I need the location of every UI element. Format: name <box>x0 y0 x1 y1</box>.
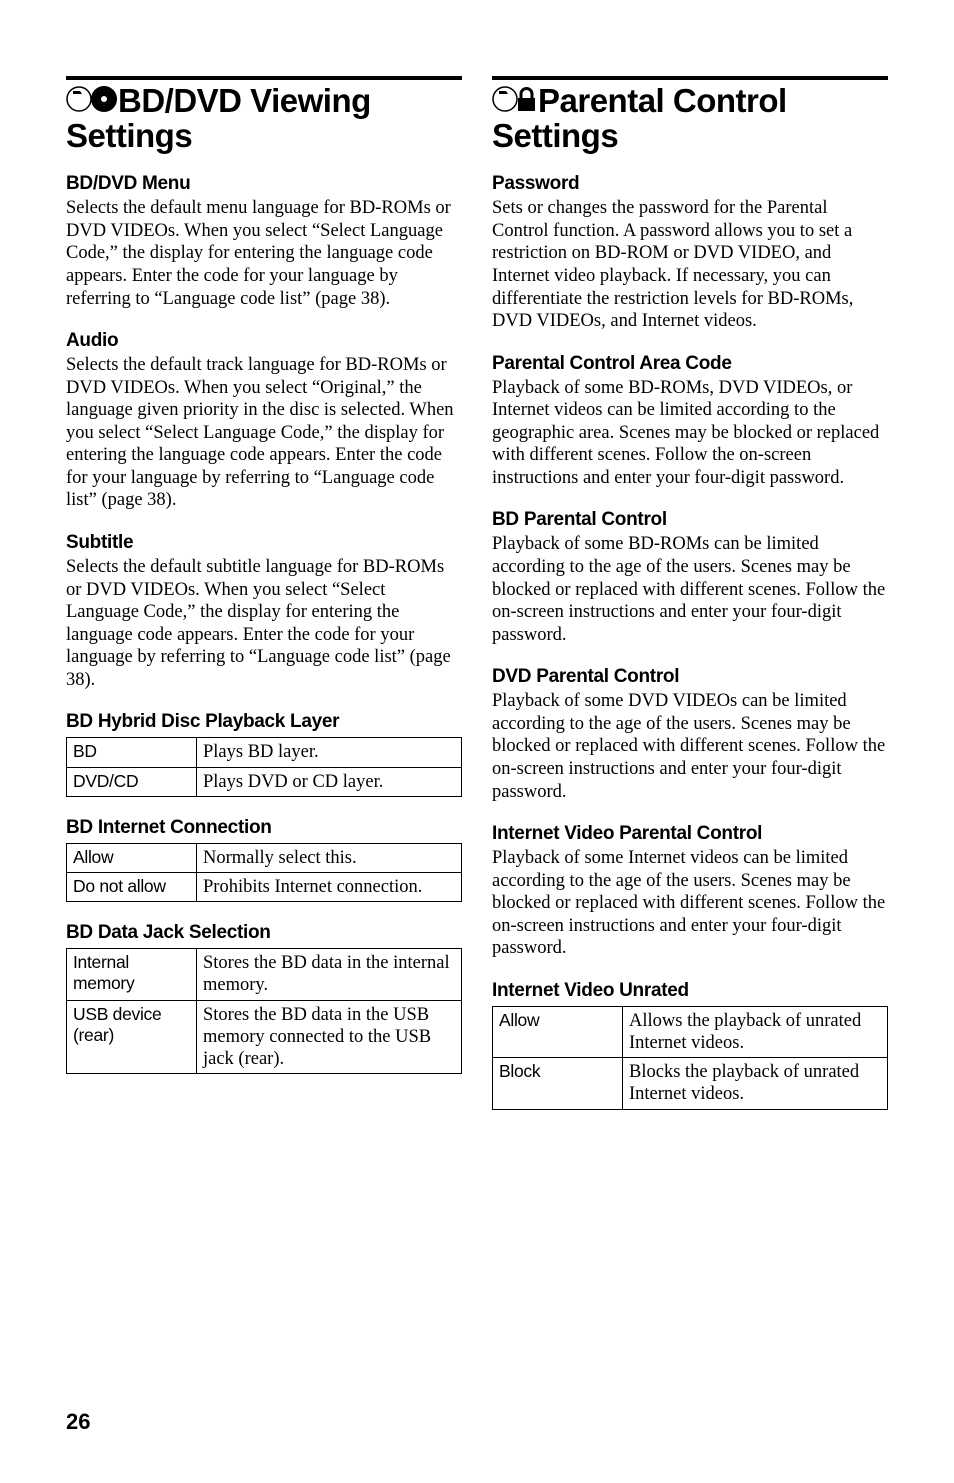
left-column: BD/DVD Viewing Settings BD/DVD Menu Sele… <box>66 76 462 1110</box>
audio-heading: Audio <box>66 330 462 352</box>
right-column: Parental Control Settings Password Sets … <box>492 76 888 1110</box>
bd-dvd-settings-icon <box>66 84 118 114</box>
subtitle-text: Selects the default subtitle language fo… <box>66 556 462 691</box>
jack-heading: BD Data Jack Selection <box>66 922 462 944</box>
table-row: Do not allowProhibits Internet connectio… <box>67 872 462 901</box>
bd-pc-heading: BD Parental Control <box>492 509 888 531</box>
page-number: 26 <box>66 1409 90 1435</box>
parental-control-icon <box>492 84 538 114</box>
table-cell-key: BD <box>67 738 197 767</box>
iv-pc-heading: Internet Video Parental Control <box>492 823 888 845</box>
table-row: AllowNormally select this. <box>67 843 462 872</box>
hybrid-table: BDPlays BD layer. DVD/CDPlays DVD or CD … <box>66 737 462 796</box>
internet-table: AllowNormally select this. Do not allowP… <box>66 843 462 902</box>
table-cell-key: Internal memory <box>67 949 197 1000</box>
iv-pc-text: Playback of some Internet videos can be … <box>492 847 888 960</box>
table-cell-val: Prohibits Internet connection. <box>197 872 462 901</box>
table-cell-val: Stores the BD data in the USB memory con… <box>197 1000 462 1074</box>
table-cell-val: Stores the BD data in the internal memor… <box>197 949 462 1000</box>
section-rule <box>66 76 462 80</box>
table-cell-key: USB device (rear) <box>67 1000 197 1074</box>
bd-pc-text: Playback of some BD-ROMs can be limited … <box>492 533 888 646</box>
table-cell-key: Allow <box>67 843 197 872</box>
password-heading: Password <box>492 173 888 195</box>
iv-unrated-heading: Internet Video Unrated <box>492 980 888 1002</box>
table-row: BDPlays BD layer. <box>67 738 462 767</box>
table-cell-key: Block <box>493 1058 623 1109</box>
dvd-pc-heading: DVD Parental Control <box>492 666 888 688</box>
table-row: DVD/CDPlays DVD or CD layer. <box>67 767 462 796</box>
table-cell-val: Blocks the playback of unrated Internet … <box>623 1058 888 1109</box>
table-cell-val: Plays DVD or CD layer. <box>197 767 462 796</box>
bd-dvd-menu-heading: BD/DVD Menu <box>66 173 462 195</box>
table-row: BlockBlocks the playback of unrated Inte… <box>493 1058 888 1109</box>
table-cell-key: DVD/CD <box>67 767 197 796</box>
area-code-text: Playback of some BD-ROMs, DVD VIDEOs, or… <box>492 377 888 490</box>
area-code-heading: Parental Control Area Code <box>492 353 888 375</box>
hybrid-heading: BD Hybrid Disc Playback Layer <box>66 711 462 733</box>
table-row: AllowAllows the playback of unrated Inte… <box>493 1006 888 1057</box>
table-cell-key: Do not allow <box>67 872 197 901</box>
table-cell-val: Allows the playback of unrated Internet … <box>623 1006 888 1057</box>
jack-table: Internal memoryStores the BD data in the… <box>66 948 462 1074</box>
left-section-title: BD/DVD Viewing Settings <box>66 84 462 153</box>
bd-dvd-menu-text: Selects the default menu language for BD… <box>66 197 462 310</box>
iv-unrated-table: AllowAllows the playback of unrated Inte… <box>492 1006 888 1110</box>
dvd-pc-text: Playback of some DVD VIDEOs can be limit… <box>492 690 888 803</box>
right-section-title: Parental Control Settings <box>492 84 888 153</box>
subtitle-heading: Subtitle <box>66 532 462 554</box>
audio-text: Selects the default track language for B… <box>66 354 462 512</box>
table-row: Internal memoryStores the BD data in the… <box>67 949 462 1000</box>
section-rule <box>492 76 888 80</box>
table-row: USB device (rear)Stores the BD data in t… <box>67 1000 462 1074</box>
table-cell-key: Allow <box>493 1006 623 1057</box>
password-text: Sets or changes the password for the Par… <box>492 197 888 332</box>
internet-heading: BD Internet Connection <box>66 817 462 839</box>
two-column-layout: BD/DVD Viewing Settings BD/DVD Menu Sele… <box>66 76 888 1110</box>
table-cell-val: Normally select this. <box>197 843 462 872</box>
table-cell-val: Plays BD layer. <box>197 738 462 767</box>
